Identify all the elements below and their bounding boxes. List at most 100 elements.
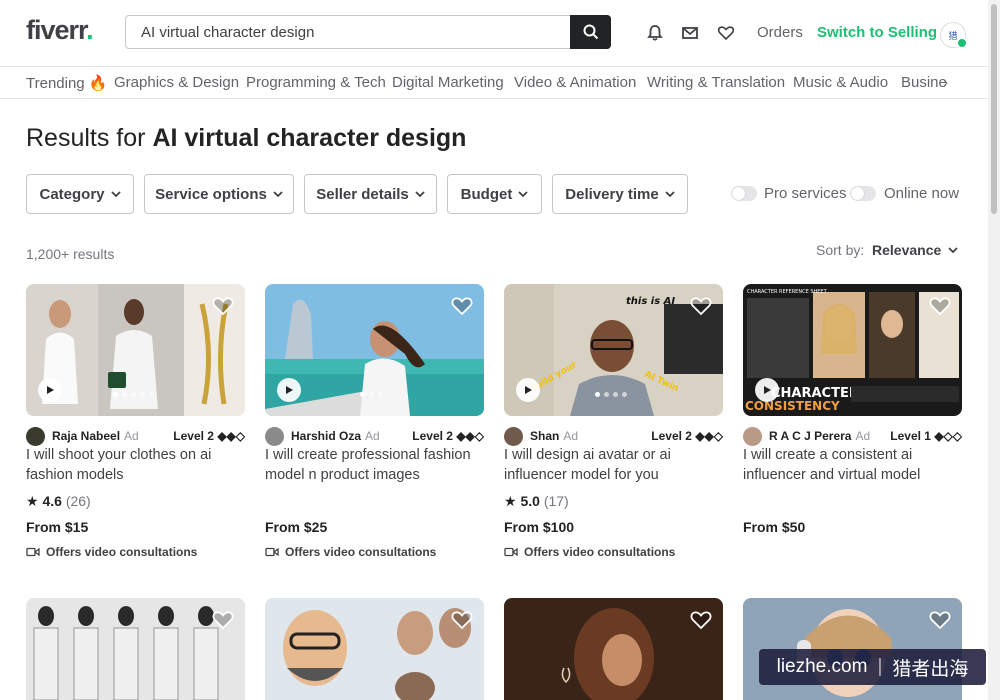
video-camera-icon	[26, 547, 40, 557]
gig-title[interactable]: I will shoot your clothes on ai fashion …	[26, 445, 245, 485]
gig-thumbnail[interactable]	[265, 598, 484, 700]
seller-avatar[interactable]	[743, 427, 762, 446]
cat-writing-translation[interactable]: Writing & Translation	[647, 74, 785, 91]
star-icon: ★	[26, 493, 39, 509]
heart-icon[interactable]	[928, 608, 952, 632]
heart-icon[interactable]	[450, 294, 474, 318]
cat-business[interactable]: Busine	[901, 74, 947, 91]
chevron-down-icon	[415, 191, 425, 198]
cat-graphics-design[interactable]: Graphics & Design	[114, 74, 239, 91]
play-icon	[764, 386, 771, 394]
watermark-badge: liezhe.com | 猎者出海	[759, 649, 986, 685]
results-count: 1,200+ results	[26, 246, 115, 262]
seller-level: Level 1 ◆◇◇	[890, 429, 962, 443]
star-icon: ★	[504, 493, 517, 509]
play-icon	[47, 386, 54, 394]
play-button[interactable]	[516, 378, 540, 402]
heart-icon[interactable]	[928, 294, 952, 318]
cat-programming-tech[interactable]: Programming & Tech	[246, 74, 386, 91]
level-diamond-icons: ◆◆◇	[217, 429, 245, 443]
heart-icon[interactable]	[689, 608, 713, 632]
gig-thumbnail[interactable]	[504, 598, 723, 700]
gig-price: From $100	[504, 519, 575, 535]
svg-text:CHARACTER REFERENCE SHEET: CHARACTER REFERENCE SHEET	[747, 289, 828, 295]
chevron-down-icon	[948, 247, 958, 254]
gig-title[interactable]: I will design ai avatar or ai influencer…	[504, 445, 723, 485]
heart-icon[interactable]	[450, 608, 474, 632]
carousel-dots	[113, 392, 154, 397]
seller-avatar[interactable]	[26, 427, 45, 446]
video-consultation: Offers video consultations	[504, 545, 675, 559]
seller-name[interactable]: Shan Ad	[530, 429, 578, 443]
play-button[interactable]	[755, 378, 779, 402]
page-scrollbar[interactable]	[988, 0, 1000, 700]
sort-by-dropdown[interactable]: Relevance	[872, 242, 958, 258]
heart-icon[interactable]	[689, 294, 713, 318]
video-consultation: Offers video consultations	[265, 545, 436, 559]
play-button[interactable]	[277, 378, 301, 402]
gig-thumbnail[interactable]	[26, 598, 245, 700]
gig-rating: ★ 4.6 (26)	[26, 493, 91, 509]
online-status-dot	[957, 38, 967, 48]
search-input[interactable]	[139, 23, 563, 42]
video-consultation: Offers video consultations	[26, 545, 197, 559]
filter-seller-details[interactable]: Seller details	[304, 174, 437, 214]
seller-name[interactable]: R A C J Perera Ad	[769, 429, 870, 443]
filter-category[interactable]: Category	[26, 174, 134, 214]
cat-music-audio[interactable]: Music & Audio	[793, 74, 888, 91]
pro-services-toggle[interactable]	[731, 186, 757, 201]
play-button[interactable]	[38, 378, 62, 402]
bell-icon[interactable]	[646, 24, 664, 42]
sort-by-label: Sort by:	[816, 242, 865, 258]
envelope-icon[interactable]	[681, 24, 699, 42]
seller-avatar[interactable]	[504, 427, 523, 446]
gig-price: From $15	[26, 519, 89, 535]
orders-link[interactable]: Orders	[757, 24, 803, 41]
heart-icon[interactable]	[211, 608, 235, 632]
fiverr-logo[interactable]: fiverr.	[26, 15, 94, 46]
play-icon	[286, 386, 293, 394]
seller-avatar[interactable]	[265, 427, 284, 446]
gig-thumbnail[interactable]: this is AI Build your AI Twin	[504, 284, 723, 416]
filter-service-options[interactable]: Service options	[144, 174, 294, 214]
gig-thumbnail[interactable]	[26, 284, 245, 416]
search-button[interactable]	[570, 15, 611, 49]
gig-title[interactable]: I will create a consistent ai influencer…	[743, 445, 962, 485]
seller-name[interactable]: Raja Nabeel Ad	[52, 429, 139, 443]
chevron-down-icon	[273, 191, 283, 198]
chevron-down-icon	[665, 191, 675, 198]
carousel-dots	[595, 392, 627, 397]
svg-text:this is AI: this is AI	[626, 296, 675, 307]
gig-thumbnail[interactable]	[265, 284, 484, 416]
level-diamond-icons: ◆◇◇	[934, 429, 962, 443]
seller-level: Level 2 ◆◆◇	[651, 429, 723, 443]
scrollbar-thumb[interactable]	[991, 4, 997, 214]
level-diamond-icons: ◆◆◇	[695, 429, 723, 443]
switch-to-selling-link[interactable]: Switch to Selling	[817, 24, 937, 41]
chevron-down-icon	[110, 191, 121, 198]
gig-thumbnail[interactable]: CHARACTER REFERENCE SHEET CHARACTER CONS…	[743, 284, 962, 416]
play-icon	[525, 386, 532, 394]
cat-video-animation[interactable]: Video & Animation	[514, 74, 636, 91]
video-camera-icon	[265, 547, 279, 557]
pro-services-label: Pro services	[764, 185, 847, 202]
heart-icon[interactable]	[717, 24, 735, 42]
cat-trending[interactable]: Trending 🔥	[26, 74, 108, 92]
chevron-right-icon[interactable]: ›	[943, 74, 948, 91]
search-box	[125, 15, 611, 49]
online-now-toggle[interactable]	[850, 186, 876, 201]
cat-digital-marketing[interactable]: Digital Marketing	[392, 74, 504, 91]
filter-budget[interactable]: Budget	[447, 174, 542, 214]
seller-name[interactable]: Harshid Oza Ad	[291, 429, 380, 443]
carousel-dots	[360, 392, 383, 397]
gig-price: From $50	[743, 519, 806, 535]
search-icon	[583, 24, 598, 40]
heart-icon[interactable]	[211, 294, 235, 318]
fire-icon: 🔥	[88, 75, 108, 92]
header: fiverr. Orders Switch to Selling 猎	[0, 0, 988, 66]
seller-level: Level 2 ◆◆◇	[412, 429, 484, 443]
svg-text:CONSISTENCY: CONSISTENCY	[745, 399, 840, 413]
gig-title[interactable]: I will create professional fashion model…	[265, 445, 484, 485]
category-nav: Trending 🔥 Graphics & Design Programming…	[0, 66, 988, 99]
filter-delivery-time[interactable]: Delivery time	[552, 174, 688, 214]
